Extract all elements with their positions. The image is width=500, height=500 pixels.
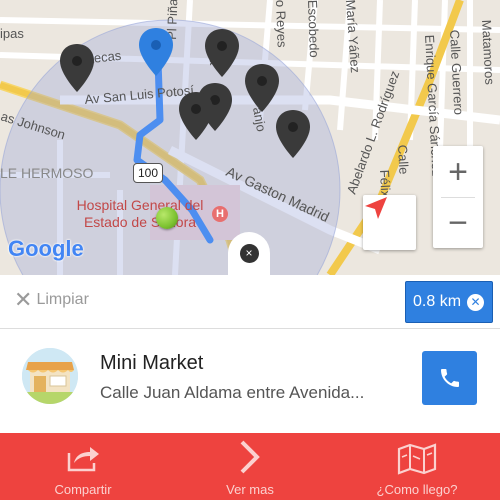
remove-distance-icon[interactable]: ✕ [467,293,485,311]
phone-icon [440,369,459,387]
chevron-right-icon [240,440,260,474]
directions-tab[interactable]: ¿Como llego? [370,433,464,500]
store-pin-icon[interactable] [276,110,310,158]
close-icon: × [239,244,259,263]
store-pin-icon[interactable] [245,64,279,112]
zoom-out-button[interactable]: − [433,197,483,248]
store-address: Calle Juan Aldama entre Avenida... [100,383,365,402]
distance-value: 0.8 km [413,293,462,310]
zoom-divider [441,197,475,198]
navigation-arrow-icon [365,197,387,219]
clear-filter-button[interactable]: ✕ Limpiar [14,289,89,311]
my-location-button[interactable] [363,195,416,250]
store-pin-icon[interactable] [60,44,94,92]
more-label: Ver mas [226,482,274,497]
zoom-in-button[interactable]: + [433,146,483,197]
share-label: Compartir [54,482,112,497]
map-icon [397,443,437,475]
call-button[interactable] [422,351,477,405]
share-icon [67,447,99,472]
store-avatar [22,348,78,404]
bottom-action-bar: Compartir Ver mas ¿Como llego? [0,433,500,500]
selected-store-pin-icon[interactable] [139,28,173,76]
store-pin-icon[interactable] [205,29,239,77]
share-tab[interactable]: Compartir [40,433,126,500]
store-icon [22,348,78,404]
collapse-map-button[interactable]: × [228,232,270,275]
map-view[interactable]: ipas Zacatecas Av San Luis Potosí as Joh… [0,0,500,275]
google-logo: Google [8,236,84,261]
zoom-controls: + − [433,146,483,248]
directions-label: ¿Como llego? [376,482,458,497]
distance-filter-chip[interactable]: 0.8 km ✕ [405,281,493,323]
more-tab[interactable]: Ver mas [210,433,290,500]
clear-label: Limpiar [36,291,89,308]
clear-icon: ✕ [14,287,33,312]
store-pin-icon[interactable] [179,92,213,140]
store-name: Mini Market [100,352,204,374]
